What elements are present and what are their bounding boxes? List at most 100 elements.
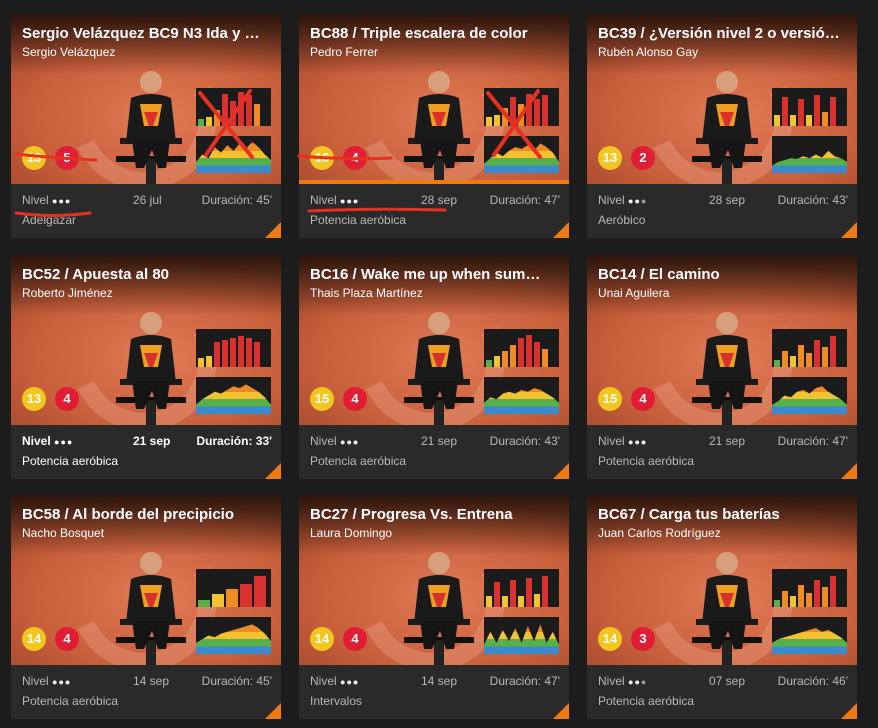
intensity-bar <box>798 99 804 126</box>
class-card[interactable]: BC16 / Wake me up when sum… Thais Plaza … <box>299 255 569 479</box>
difficulty-badge: 4 <box>55 387 79 411</box>
class-card[interactable]: BC39 / ¿Versión nivel 2 o versió… Rubén … <box>587 14 857 238</box>
class-category: Adelgazar <box>22 213 77 227</box>
corner-triangle-icon[interactable] <box>841 222 857 238</box>
intensity-bar <box>254 104 260 126</box>
intensity-bar <box>510 97 516 126</box>
class-card[interactable]: BC67 / Carga tus baterías Juan Carlos Ro… <box>587 495 857 719</box>
intensity-bar <box>486 359 492 367</box>
intensity-bar <box>534 594 540 607</box>
level-badge: 14 <box>22 627 46 651</box>
corner-triangle-icon[interactable] <box>553 463 569 479</box>
class-title[interactable]: BC58 / Al borde del precipicio <box>22 506 274 524</box>
class-title[interactable]: Sergio Velázquez BC9 N3 Ida y … <box>22 25 274 43</box>
instructor-name: Nacho Bosquet <box>22 526 105 540</box>
corner-triangle-icon[interactable] <box>841 463 857 479</box>
level-dots: ●●● <box>54 437 73 447</box>
class-title[interactable]: BC67 / Carga tus baterías <box>598 506 850 524</box>
intensity-bar <box>246 95 252 126</box>
corner-triangle-icon[interactable] <box>265 463 281 479</box>
nivel-indicator: Nivel ●●● <box>310 433 359 450</box>
intensity-bar <box>214 341 220 367</box>
corner-triangle-icon[interactable] <box>553 703 569 719</box>
nivel-label: Nivel <box>598 434 625 448</box>
level-dots: ●●● <box>52 677 71 687</box>
level-dots: ●●● <box>628 196 647 206</box>
class-card[interactable]: BC27 / Progresa Vs. Entrena Laura Doming… <box>299 495 569 719</box>
class-card[interactable]: BC52 / Apuesta al 80 Roberto Jiménez 13 … <box>11 255 281 479</box>
difficulty-badge: 4 <box>343 146 367 170</box>
class-duration: Duración: 43' <box>777 193 848 207</box>
intensity-bar <box>206 117 212 126</box>
intensity-bar <box>814 95 820 126</box>
class-thumbnail[interactable]: BC14 / El camino Unai Aguilera 15 4 <box>587 255 857 425</box>
intensity-bar <box>254 341 260 367</box>
class-thumbnail[interactable]: BC67 / Carga tus baterías Juan Carlos Ro… <box>587 495 857 665</box>
zones-profile-mask <box>484 377 559 403</box>
intensity-bar <box>798 345 804 367</box>
class-duration: Duración: 47' <box>777 434 848 448</box>
difficulty-badge: 5 <box>55 146 79 170</box>
class-thumbnail[interactable]: BC27 / Progresa Vs. Entrena Laura Doming… <box>299 495 569 665</box>
intensity-bar <box>206 356 212 367</box>
level-dots: ●●● <box>52 196 71 206</box>
zones-profile-mask <box>196 136 271 162</box>
class-card[interactable]: BC14 / El camino Unai Aguilera 15 4 Nive… <box>587 255 857 479</box>
nivel-label: Nivel <box>22 434 51 448</box>
zones-profile-mask <box>772 617 847 643</box>
intensity-bar <box>230 100 236 126</box>
intensity-bar <box>814 580 820 607</box>
intensity-bar <box>790 356 796 367</box>
instructor-name: Laura Domingo <box>310 526 393 540</box>
intensity-bar <box>806 115 812 126</box>
intensity-bar <box>782 97 788 126</box>
intensity-bar <box>198 358 204 367</box>
nivel-indicator: Nivel ●●● <box>598 433 647 450</box>
intensity-bar <box>822 111 828 126</box>
class-thumbnail[interactable]: BC39 / ¿Versión nivel 2 o versió… Rubén … <box>587 14 857 184</box>
corner-triangle-icon[interactable] <box>553 222 569 238</box>
intensity-bar <box>226 589 238 607</box>
corner-triangle-icon[interactable] <box>841 703 857 719</box>
class-thumbnail[interactable]: BC58 / Al borde del precipicio Nacho Bos… <box>11 495 281 665</box>
class-duration: Duración: 47' <box>489 193 560 207</box>
level-dots: ●●● <box>628 437 647 447</box>
class-thumbnail[interactable]: BC16 / Wake me up when sum… Thais Plaza … <box>299 255 569 425</box>
intensity-bars-graph <box>484 569 559 607</box>
class-title[interactable]: BC16 / Wake me up when sum… <box>310 266 562 284</box>
nivel-indicator: Nivel ●●● <box>598 673 647 690</box>
class-category: Potencia aeróbica <box>598 454 695 468</box>
class-thumbnail[interactable]: BC52 / Apuesta al 80 Roberto Jiménez 13 … <box>11 255 281 425</box>
level-dots: ●●● <box>340 677 359 687</box>
intensity-bar <box>240 583 252 607</box>
intensity-bar <box>230 338 236 367</box>
class-title[interactable]: BC88 / Triple escalera de color <box>310 25 562 43</box>
class-card[interactable]: Sergio Velázquez BC9 N3 Ida y … Sergio V… <box>11 14 281 238</box>
class-thumbnail[interactable]: BC88 / Triple escalera de color Pedro Fe… <box>299 14 569 184</box>
class-duration: Duración: 43' <box>489 434 560 448</box>
intensity-bars-graph <box>196 329 271 367</box>
class-thumbnail[interactable]: Sergio Velázquez BC9 N3 Ida y … Sergio V… <box>11 14 281 184</box>
class-card[interactable]: BC88 / Triple escalera de color Pedro Fe… <box>299 14 569 238</box>
class-title[interactable]: BC27 / Progresa Vs. Entrena <box>310 506 562 524</box>
zones-profile-graph <box>196 377 271 414</box>
intensity-bar <box>774 599 780 607</box>
class-title[interactable]: BC39 / ¿Versión nivel 2 o versió… <box>598 25 850 43</box>
class-title[interactable]: BC52 / Apuesta al 80 <box>22 266 274 284</box>
corner-triangle-icon[interactable] <box>265 703 281 719</box>
zones-profile-mask <box>196 377 271 405</box>
intensity-bars-graph <box>484 329 559 367</box>
class-date: 21 sep <box>421 434 458 448</box>
zones-profile-graph <box>196 617 271 654</box>
class-category: Potencia aeróbica <box>598 694 695 708</box>
class-title[interactable]: BC14 / El camino <box>598 266 850 284</box>
intensity-bar <box>502 596 508 607</box>
intensity-bar <box>222 340 228 367</box>
instructor-name: Juan Carlos Rodríguez <box>598 526 721 540</box>
class-card[interactable]: BC58 / Al borde del precipicio Nacho Bos… <box>11 495 281 719</box>
zones-profile-graph <box>484 617 559 654</box>
class-category: Potencia aeróbica <box>22 454 119 468</box>
corner-triangle-icon[interactable] <box>265 222 281 238</box>
nivel-indicator: Nivel ●●● <box>310 192 359 209</box>
nivel-indicator: Nivel ●●● <box>22 433 73 450</box>
